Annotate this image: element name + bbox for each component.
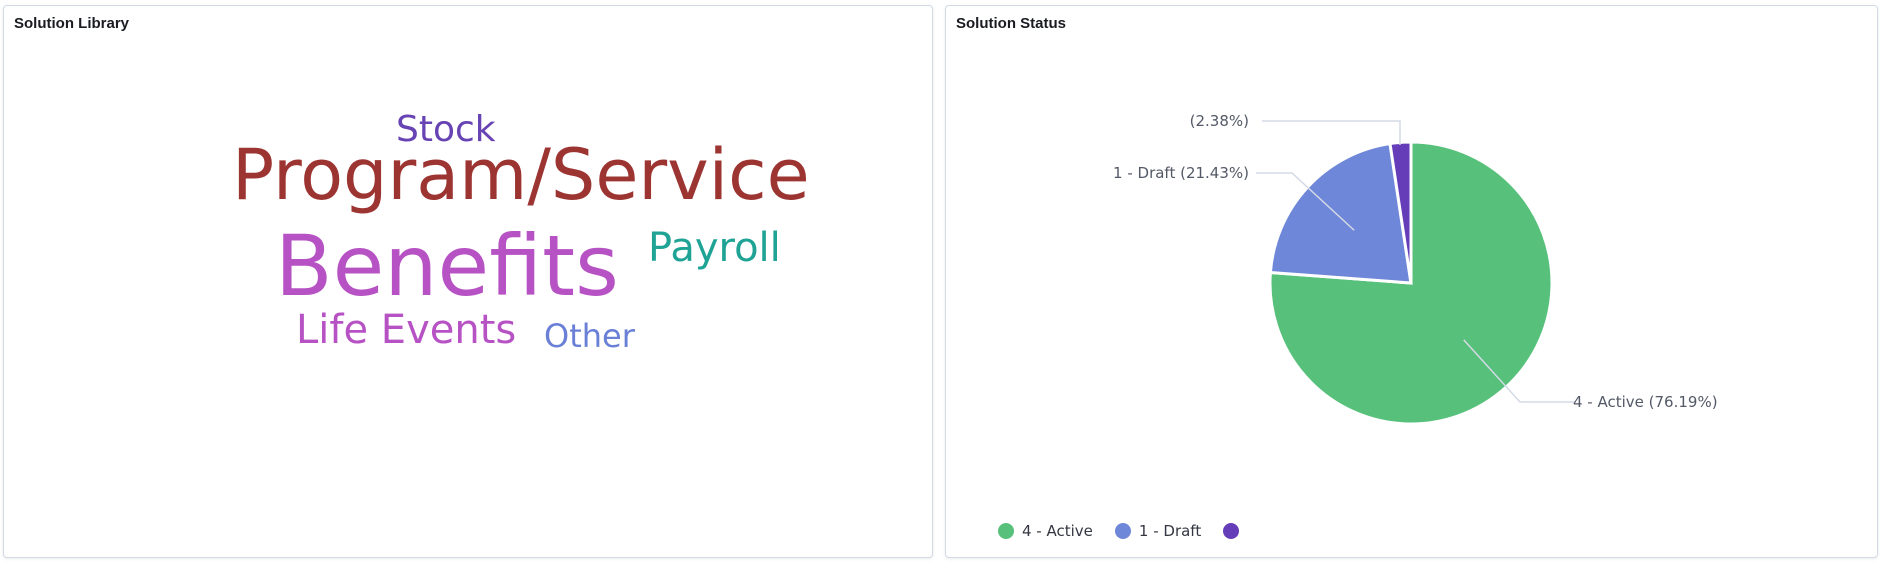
legend-item-draft[interactable]: 1 - Draft [1114, 522, 1202, 540]
legend-dot-third [1223, 523, 1240, 539]
solution-status-pie-chart: 4 - Active (76.19%) 1 - Draft (21.43%) (2.… [1113, 112, 1718, 426]
pie-slice-label-1: 4 - Active (76.19%) [1573, 393, 1718, 411]
legend-item-active[interactable]: 4 - Active [998, 522, 1093, 540]
legend-label-draft: 1 - Draft [1138, 522, 1202, 540]
legend-dot-draft [1114, 523, 1131, 539]
pie-slice-2[interactable] [1268, 141, 1413, 285]
pie-slice-label-2: 1 - Draft (21.43%) [1113, 164, 1249, 182]
pie-legend: 4 - Active 1 - Draft [998, 522, 1247, 540]
pie-leader-line-3 [1262, 120, 1401, 145]
pie-slice-label-3: (2.38%) [1190, 112, 1249, 130]
legend-label-active: 4 - Active [1022, 522, 1093, 540]
legend-item-third[interactable] [1223, 523, 1247, 539]
legend-dot-active [998, 523, 1014, 539]
